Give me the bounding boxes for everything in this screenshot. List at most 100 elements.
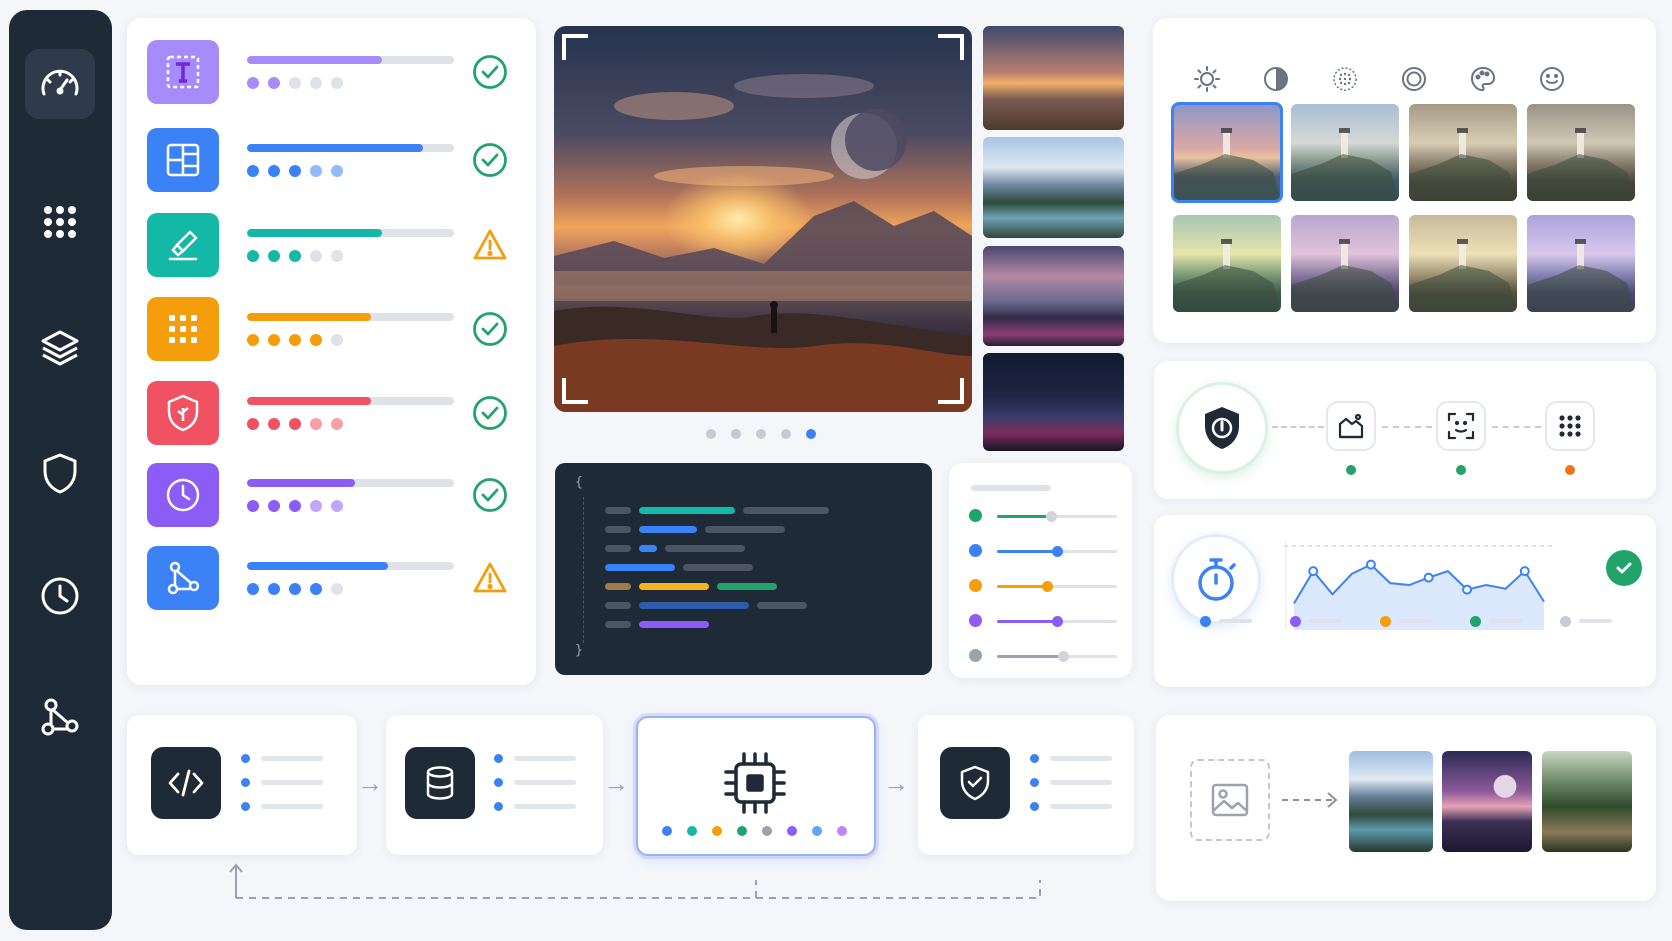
face-icon[interactable] — [1535, 62, 1569, 96]
step-dot — [268, 250, 280, 262]
thumbnail-sunset-lake[interactable] — [983, 26, 1124, 130]
filter-preset-warm-sepia[interactable] — [1527, 104, 1635, 201]
grain-icon[interactable] — [1328, 62, 1362, 96]
slider-knob[interactable] — [1052, 546, 1063, 557]
task-icon-tile[interactable] — [147, 213, 219, 277]
chip-status-dot — [762, 826, 772, 836]
step-dot — [289, 418, 301, 430]
filter-preset-sepia[interactable] — [1409, 104, 1517, 201]
carousel-dot[interactable] — [706, 429, 716, 439]
output-mountain-lake[interactable] — [1349, 751, 1433, 852]
contrast-icon[interactable] — [1259, 62, 1293, 96]
thumbnail-mountain-lake[interactable] — [983, 137, 1124, 238]
adjustment-slider[interactable] — [997, 546, 1117, 557]
flow-arrow-1: → — [357, 768, 383, 798]
flow-icon-tile[interactable] — [940, 747, 1010, 819]
flow-detail-dot — [1030, 754, 1039, 763]
face-scan-icon — [1446, 411, 1476, 441]
output-purple-planet[interactable] — [1442, 751, 1532, 852]
pipeline-shield-badge[interactable] — [1179, 385, 1265, 471]
performance-panel — [1154, 515, 1656, 687]
image-adjust-icon — [1336, 411, 1366, 441]
step-dot — [247, 334, 259, 346]
step-dot — [331, 583, 343, 595]
task-icon-tile[interactable] — [147, 381, 219, 445]
pipeline-step[interactable] — [1436, 401, 1486, 451]
sidebar-item-history[interactable] — [25, 561, 95, 631]
slider-knob[interactable] — [1058, 651, 1069, 662]
task-progress-fill — [247, 56, 382, 64]
slider-color-dot — [969, 509, 982, 522]
sidebar-item-layers[interactable] — [25, 313, 95, 383]
adjustment-slider[interactable] — [997, 581, 1117, 592]
output-forest-path[interactable] — [1542, 751, 1632, 852]
carousel-dot[interactable] — [731, 429, 741, 439]
task-icon-tile[interactable] — [147, 546, 219, 610]
task-icon-tile[interactable] — [147, 128, 219, 192]
sidebar-item-apps[interactable] — [25, 187, 95, 257]
hero-image[interactable] — [554, 26, 972, 412]
step-dot — [310, 77, 322, 89]
adjustment-slider[interactable] — [997, 511, 1117, 522]
flow-detail-line — [1050, 780, 1112, 785]
flow-arrow-2: → — [603, 768, 629, 798]
task-icon-tile[interactable] — [147, 463, 219, 527]
slider-knob[interactable] — [1052, 616, 1063, 627]
pipeline-step[interactable] — [1326, 401, 1376, 451]
image-upload-slot[interactable] — [1190, 759, 1270, 841]
palette-icon[interactable] — [1466, 62, 1500, 96]
task-icon-tile[interactable] — [147, 40, 219, 104]
task-progress-fill — [247, 313, 372, 321]
code-token — [605, 602, 631, 609]
step-dot — [289, 500, 301, 512]
filter-preset-vivid[interactable] — [1173, 215, 1281, 312]
brightness-icon[interactable] — [1190, 62, 1224, 96]
flow-icon-tile[interactable] — [151, 747, 221, 819]
pipeline-step[interactable] — [1545, 401, 1595, 451]
step-dot — [310, 250, 322, 262]
thumbnail-night-city[interactable] — [983, 353, 1124, 451]
step-dot — [268, 500, 280, 512]
slider-fill — [997, 585, 1048, 588]
adjustment-slider[interactable] — [997, 616, 1117, 627]
flow-detail-dot — [1030, 802, 1039, 811]
flow-feedback-loop — [229, 863, 1041, 899]
filter-preset-purple[interactable] — [1291, 215, 1399, 312]
chip-status-dot — [712, 826, 722, 836]
thumbnail-purple-mountains[interactable] — [983, 246, 1124, 346]
filter-preset-original[interactable] — [1171, 102, 1283, 203]
filter-preset-lavender[interactable] — [1527, 215, 1635, 312]
chart-point — [1423, 572, 1434, 583]
grid-icon — [1557, 413, 1583, 439]
brush-icon — [164, 226, 202, 264]
flow-detail-line — [514, 804, 576, 809]
carousel-dot[interactable] — [806, 429, 816, 439]
generate-arrow — [1282, 792, 1338, 808]
code-indent-guide — [583, 497, 584, 643]
slider-knob[interactable] — [1046, 511, 1057, 522]
step-dot — [331, 77, 343, 89]
carousel-dot[interactable] — [756, 429, 766, 439]
step-dot — [289, 77, 301, 89]
sidebar-item-dashboard[interactable] — [25, 49, 95, 119]
step-dot — [247, 583, 259, 595]
filter-preset-golden[interactable] — [1409, 215, 1517, 312]
flow-detail-line — [1050, 804, 1112, 809]
sidebar-item-security[interactable] — [25, 438, 95, 508]
slider-knob[interactable] — [1042, 581, 1054, 592]
adjustment-slider[interactable] — [997, 651, 1117, 662]
timer-badge[interactable] — [1174, 537, 1258, 621]
flow-icon-tile[interactable] — [405, 747, 475, 819]
flow-detail-dot — [241, 754, 250, 763]
step-dot — [310, 500, 322, 512]
vignette-icon[interactable] — [1397, 62, 1431, 96]
grid-icon — [166, 312, 200, 346]
filter-preset-cool[interactable] — [1291, 104, 1399, 201]
carousel-dot[interactable] — [781, 429, 791, 439]
flow-detail-dot — [241, 802, 250, 811]
slider-fill — [997, 655, 1063, 658]
step-dot — [247, 165, 259, 177]
task-icon-tile[interactable] — [147, 297, 219, 361]
sidebar-item-network[interactable] — [25, 682, 95, 752]
image-generation-panel — [1156, 715, 1656, 901]
